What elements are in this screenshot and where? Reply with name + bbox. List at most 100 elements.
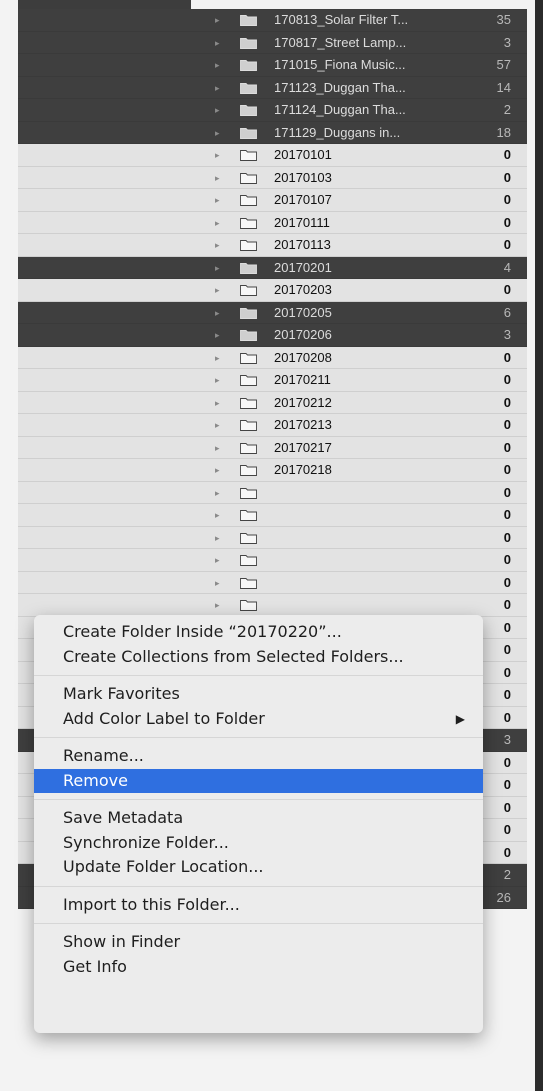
photo-count: 0 bbox=[503, 574, 511, 590]
photo-count: 0 bbox=[503, 192, 511, 207]
folder-row[interactable]: ▸ 20170203 0 bbox=[18, 279, 527, 302]
menu-mark-favorites[interactable]: Mark Favorites bbox=[34, 682, 483, 706]
expand-arrow-icon[interactable]: ▸ bbox=[215, 60, 220, 71]
menu-create-collections[interactable]: Create Collections from Selected Folders… bbox=[34, 645, 483, 669]
photo-count: 0 bbox=[503, 372, 511, 387]
expand-arrow-icon[interactable]: ▸ bbox=[215, 510, 220, 521]
menu-separator bbox=[34, 923, 483, 924]
panel-scroll-edge bbox=[535, 0, 543, 1091]
folder-row[interactable]: ▸ 20170113 0 bbox=[18, 234, 527, 257]
expand-arrow-icon[interactable]: ▸ bbox=[215, 488, 220, 499]
folder-row[interactable]: ▸ 20170211 0 bbox=[18, 369, 527, 392]
folder-row[interactable]: ▸ 171123_Duggan Tha... 14 bbox=[18, 76, 527, 99]
folder-row[interactable]: ▸ 20170208 0 bbox=[18, 346, 527, 369]
expand-arrow-icon[interactable]: ▸ bbox=[215, 285, 220, 296]
expand-arrow-icon[interactable]: ▸ bbox=[215, 443, 220, 454]
photo-count: 0 bbox=[503, 169, 511, 185]
photo-count: 0 bbox=[503, 799, 511, 815]
folder-row[interactable]: ▸ 20170205 6 bbox=[18, 301, 527, 324]
folder-row[interactable]: ▸ 170813_Solar Filter T... 35 bbox=[18, 9, 527, 32]
folder-icon bbox=[240, 217, 257, 229]
menu-get-info[interactable]: Get Info bbox=[34, 955, 483, 979]
photo-count: 0 bbox=[503, 462, 511, 477]
expand-arrow-icon[interactable]: ▸ bbox=[215, 240, 220, 251]
expand-arrow-icon[interactable]: ▸ bbox=[215, 173, 220, 184]
folder-row[interactable]: ▸0 bbox=[18, 594, 527, 617]
folder-row[interactable]: ▸ 20170101 0 bbox=[18, 144, 527, 167]
menu-remove[interactable]: Remove bbox=[34, 768, 483, 793]
menu-item-label: Show in Finder bbox=[63, 932, 181, 951]
menu-item-label: Save Metadata bbox=[63, 808, 184, 827]
expand-arrow-icon[interactable]: ▸ bbox=[215, 353, 220, 364]
expand-arrow-icon[interactable]: ▸ bbox=[215, 83, 220, 94]
menu-save-metadata[interactable]: Save Metadata bbox=[34, 806, 483, 830]
expand-arrow-icon[interactable]: ▸ bbox=[215, 128, 220, 139]
folder-row[interactable]: ▸0 bbox=[18, 504, 527, 527]
submenu-arrow-icon: ▶ bbox=[455, 711, 465, 726]
expand-arrow-icon[interactable]: ▸ bbox=[215, 420, 220, 431]
photo-count: 0 bbox=[503, 237, 511, 252]
folder-icon bbox=[240, 487, 257, 499]
folder-row[interactable]: ▸ 20170212 0 bbox=[18, 391, 527, 414]
folder-row[interactable]: ▸ 20170201 4 bbox=[18, 256, 527, 279]
expand-arrow-icon[interactable]: ▸ bbox=[215, 195, 220, 206]
menu-synchronize-folder[interactable]: Synchronize Folder... bbox=[34, 831, 483, 855]
folder-row[interactable]: ▸ 20170111 0 bbox=[18, 211, 527, 234]
folder-icon bbox=[240, 465, 257, 476]
menu-item-label: Create Collections from Selected Folders… bbox=[63, 646, 404, 666]
folder-row[interactable]: ▸0 bbox=[18, 571, 527, 594]
photo-count: 0 bbox=[503, 349, 511, 365]
folder-icon bbox=[240, 37, 257, 49]
expand-arrow-icon[interactable]: ▸ bbox=[215, 533, 220, 544]
expand-arrow-icon[interactable]: ▸ bbox=[215, 218, 220, 229]
folder-row[interactable]: ▸ 20170218 0 bbox=[18, 459, 527, 482]
menu-show-in-finder[interactable]: Show in Finder bbox=[34, 930, 483, 954]
menu-update-folder-location[interactable]: Update Folder Location... bbox=[34, 855, 483, 879]
folder-row[interactable]: ▸ 171015_Fiona Music... 57 bbox=[18, 54, 527, 77]
photo-count: 4 bbox=[503, 259, 511, 275]
expand-arrow-icon[interactable]: ▸ bbox=[215, 105, 220, 116]
menu-rename[interactable]: Rename... bbox=[34, 744, 483, 768]
folder-row[interactable]: ▸0 bbox=[18, 481, 527, 504]
folder-row[interactable]: ▸ 171129_Duggans in... 18 bbox=[18, 121, 527, 144]
expand-arrow-icon[interactable]: ▸ bbox=[215, 150, 220, 161]
folder-icon bbox=[240, 105, 257, 116]
expand-arrow-icon[interactable]: ▸ bbox=[215, 308, 220, 319]
expand-arrow-icon[interactable]: ▸ bbox=[215, 578, 220, 589]
photo-count: 0 bbox=[503, 619, 511, 635]
photo-count: 0 bbox=[503, 529, 511, 545]
folder-row[interactable]: ▸ 171124_Duggan Tha... 2 bbox=[18, 99, 527, 122]
folder-icon bbox=[240, 127, 257, 139]
expand-arrow-icon[interactable]: ▸ bbox=[215, 15, 220, 26]
expand-arrow-icon[interactable]: ▸ bbox=[215, 263, 220, 274]
folder-row[interactable]: ▸ 20170103 0 bbox=[18, 166, 527, 189]
expand-arrow-icon[interactable]: ▸ bbox=[215, 555, 220, 566]
folder-icon bbox=[240, 307, 257, 319]
menu-add-color-label[interactable]: Add Color Label to Folder ▶ bbox=[34, 707, 483, 731]
folder-row[interactable]: ▸0 bbox=[18, 549, 527, 572]
folder-name: 20170203 bbox=[274, 282, 332, 297]
expand-arrow-icon[interactable]: ▸ bbox=[215, 375, 220, 386]
folder-row[interactable]: ▸ 20170107 0 bbox=[18, 189, 527, 212]
photo-count: 26 bbox=[496, 889, 511, 905]
menu-create-folder-inside[interactable]: Create Folder Inside “20170220”... bbox=[34, 620, 483, 644]
folder-name: 20170217 bbox=[274, 439, 332, 455]
folder-row[interactable]: ▸ 20170206 3 bbox=[18, 324, 527, 347]
menu-item-label: Create Folder Inside “20170220”... bbox=[63, 622, 342, 641]
photo-count: 57 bbox=[496, 57, 511, 72]
expand-arrow-icon[interactable]: ▸ bbox=[215, 398, 220, 409]
expand-arrow-icon[interactable]: ▸ bbox=[215, 38, 220, 49]
folder-name: 170817_Street Lamp... bbox=[274, 34, 407, 50]
folder-row[interactable]: ▸ 170817_Street Lamp... 3 bbox=[18, 31, 527, 54]
context-menu: Create Folder Inside “20170220”... Create… bbox=[34, 615, 483, 1033]
photo-count: 0 bbox=[503, 507, 511, 522]
folder-row[interactable]: ▸ 20170213 0 bbox=[18, 414, 527, 437]
expand-arrow-icon[interactable]: ▸ bbox=[215, 600, 220, 611]
folder-row[interactable]: ▸0 bbox=[18, 526, 527, 549]
folder-row[interactable]: ▸ 20170217 0 bbox=[18, 436, 527, 459]
expand-arrow-icon[interactable]: ▸ bbox=[215, 465, 220, 476]
folder-name: 20170212 bbox=[274, 394, 332, 410]
expand-arrow-icon[interactable]: ▸ bbox=[215, 330, 220, 341]
menu-import-to-folder[interactable]: Import to this Folder... bbox=[34, 893, 483, 917]
photo-count: 35 bbox=[496, 12, 511, 27]
